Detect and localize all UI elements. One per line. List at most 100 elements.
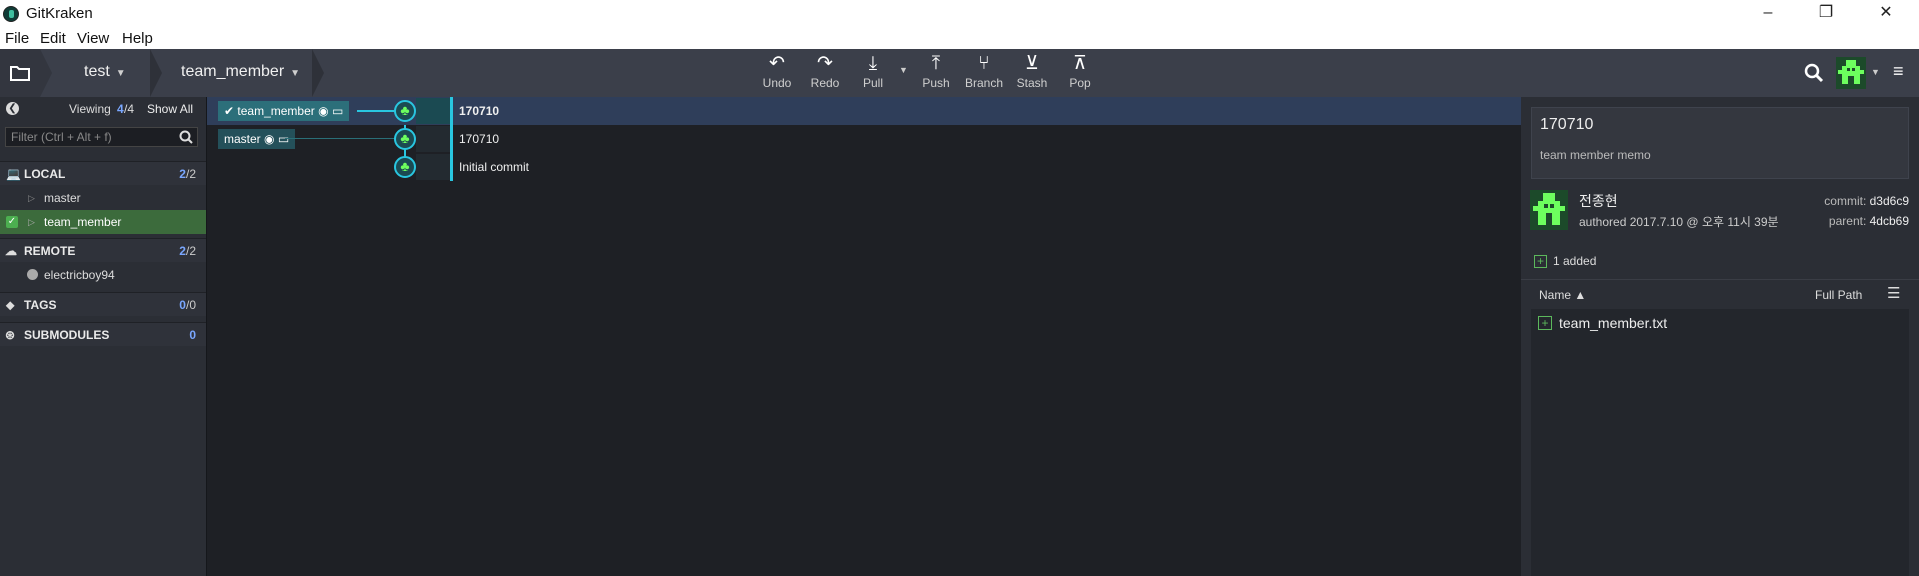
tags-section-header[interactable]: ⬥ TAGS 0/0: [0, 292, 206, 316]
repo-folder-button[interactable]: [0, 49, 40, 97]
tags-count: 0/0: [179, 293, 196, 317]
file-row[interactable]: + team_member.txt: [1531, 309, 1909, 337]
commit-highlight: [416, 98, 452, 124]
tag-icon: ⬥: [6, 298, 15, 312]
filter-placeholder: Filter (Ctrl + Alt + f): [11, 130, 112, 144]
commit-highlight: [416, 126, 452, 152]
laptop-icon: ▭: [328, 104, 344, 118]
chevron-down-icon: ▼: [115, 68, 126, 79]
undo-icon: ↶: [769, 53, 785, 74]
submodules-section-header[interactable]: ⊛ SUBMODULES 0: [0, 322, 206, 346]
commit-sha-value[interactable]: d3d6c9: [1870, 194, 1909, 208]
push-icon: ⤒: [931, 53, 941, 74]
menu-help[interactable]: Help: [122, 30, 153, 47]
branch-button[interactable]: ⑂ Branch: [960, 52, 1008, 90]
full-path-toggle[interactable]: Full Path: [1815, 288, 1862, 302]
local-label: LOCAL: [24, 167, 66, 181]
submodules-label: SUBMODULES: [24, 328, 110, 342]
author-name: 전종현: [1579, 193, 1618, 209]
branch-expand-icon: ▷: [28, 193, 35, 203]
repo-selector[interactable]: test ▼: [84, 49, 126, 97]
commit-node-avatar[interactable]: ♣: [394, 128, 416, 150]
minimize-icon[interactable]: –: [1750, 2, 1786, 26]
file-name: team_member.txt: [1559, 315, 1668, 331]
file-list-header: Name ▲ Full Path ☰: [1521, 279, 1919, 307]
branch-name: team_member: [181, 63, 285, 80]
commit-message-card[interactable]: 170710 team member memo: [1531, 107, 1909, 179]
redo-label: Redo: [810, 76, 840, 90]
collapse-sidebar-icon[interactable]: ❮: [6, 102, 19, 115]
user-avatar[interactable]: [1836, 57, 1866, 89]
stash-icon: ⊻: [1025, 53, 1039, 74]
parent-sha-value[interactable]: 4dcb69: [1870, 214, 1909, 228]
commit-row[interactable]: master ◉ ▭ ♣ 170710: [207, 125, 1521, 153]
stash-label: Stash: [1016, 76, 1048, 90]
sort-by-name-button[interactable]: Name ▲: [1539, 288, 1586, 302]
parent-sha-row: parent: 4dcb69: [1829, 214, 1909, 228]
window-title: GitKraken: [26, 5, 93, 22]
hamburger-menu-icon[interactable]: ≡: [1893, 61, 1904, 82]
commit-summary: 170710: [1540, 116, 1594, 133]
pop-button[interactable]: ⊼ Pop: [1056, 52, 1104, 90]
pull-icon: ⤓: [868, 53, 878, 74]
menu-view[interactable]: View: [77, 30, 109, 47]
branch-selector[interactable]: team_member ▼: [181, 49, 300, 97]
commit-sha-row: commit: d3d6c9: [1824, 194, 1909, 208]
sidebar-item-label: team_member: [44, 215, 122, 229]
push-button[interactable]: ⤒ Push: [912, 52, 960, 90]
remote-section-header[interactable]: ☁ REMOTE 2/2: [0, 238, 206, 262]
branch-tag-team-member[interactable]: ✔ team_member ◉ ▭: [218, 101, 350, 121]
undo-label: Undo: [762, 76, 792, 90]
show-all-button[interactable]: Show All: [147, 97, 193, 121]
close-icon[interactable]: ✕: [1868, 2, 1904, 26]
commit-message: 170710: [459, 132, 500, 146]
viewing-count: 4: [117, 102, 124, 116]
maximize-icon[interactable]: ❐: [1808, 2, 1844, 26]
avatar-chevron-icon[interactable]: ▼: [1871, 67, 1880, 77]
commit-node-avatar[interactable]: ♣: [394, 100, 416, 122]
local-section-header[interactable]: 💻 LOCAL 2/2: [0, 161, 206, 185]
sidebar-item-master[interactable]: ▷ master: [0, 186, 206, 210]
list-view-icon[interactable]: ☰: [1887, 284, 1900, 302]
local-count-total: /2: [185, 167, 196, 181]
github-icon: [27, 269, 38, 280]
sidebar-item-electricboy94[interactable]: electricboy94: [0, 263, 206, 287]
menu-edit[interactable]: Edit: [40, 30, 66, 47]
remote-count: 2/2: [179, 239, 196, 263]
search-icon: [179, 130, 193, 144]
branch-label: Branch: [964, 76, 1004, 90]
search-icon[interactable]: [1804, 63, 1824, 83]
local-count: 2/2: [179, 162, 196, 186]
laptop-icon: 💻: [6, 167, 21, 181]
commit-graph: ✔ team_member ◉ ▭ ♣ 170710 master ◉ ▭ ♣ …: [206, 97, 1521, 576]
commit-message-bar: [450, 97, 453, 125]
remote-label: REMOTE: [24, 244, 76, 258]
name-column-label: Name: [1539, 288, 1572, 302]
branch-tag-master[interactable]: master ◉ ▭: [218, 129, 296, 149]
remote-count-total: /2: [185, 244, 196, 258]
pull-button[interactable]: ⤓ Pull: [849, 52, 897, 90]
github-icon: ◉: [318, 104, 329, 118]
redo-icon: ↷: [817, 53, 833, 74]
pixel-avatar-icon: [1838, 60, 1864, 84]
commit-message-bar: [450, 125, 453, 153]
breadcrumb-separator: [312, 49, 324, 97]
breadcrumb-separator: [150, 49, 162, 97]
commit-row[interactable]: ✔ team_member ◉ ▭ ♣ 170710: [207, 97, 1521, 125]
commit-node-avatar[interactable]: ♣: [394, 156, 416, 178]
commit-highlight: [416, 154, 452, 180]
menu-file[interactable]: File: [5, 30, 29, 47]
redo-button[interactable]: ↷ Redo: [801, 52, 849, 90]
undo-button[interactable]: ↶ Undo: [753, 52, 801, 90]
window-titlebar: GitKraken – ❐ ✕: [0, 0, 1919, 28]
branch-expand-icon: ▷: [28, 217, 35, 227]
remote-count-value: 2: [179, 244, 186, 258]
sidebar-item-team-member[interactable]: ✓ ▷ team_member: [0, 210, 206, 234]
file-list: + team_member.txt: [1531, 309, 1909, 576]
commit-row[interactable]: ♣ Initial commit: [207, 153, 1521, 181]
pull-options-chevron-icon[interactable]: ▼: [899, 65, 908, 75]
filter-input[interactable]: Filter (Ctrl + Alt + f): [5, 127, 198, 147]
commit-message: Initial commit: [459, 160, 530, 174]
commit-message: 170710: [459, 104, 500, 118]
stash-button[interactable]: ⊻ Stash: [1008, 52, 1056, 90]
